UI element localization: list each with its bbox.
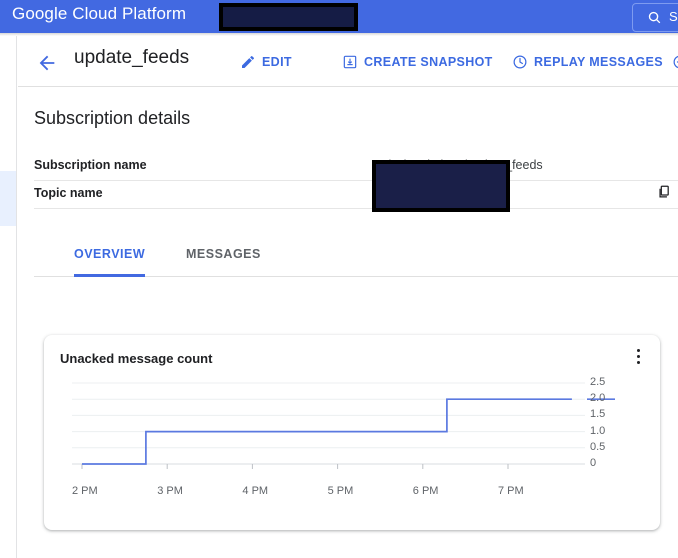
left-nav-rail[interactable] xyxy=(0,36,17,558)
chart-y-tick-label: 0.5 xyxy=(590,440,606,453)
left-nav-active-indicator xyxy=(0,171,16,226)
chart-x-tick-label: 3 PM xyxy=(157,485,183,497)
tab-overview[interactable]: OVERVIEW xyxy=(74,247,146,277)
chart-x-tick-label: 7 PM xyxy=(498,485,524,497)
table-row: Subscription name /subscriptions/update_… xyxy=(34,153,678,181)
edit-button[interactable]: EDIT xyxy=(240,52,292,72)
copy-icon[interactable] xyxy=(656,184,671,199)
replay-messages-button[interactable]: REPLAY MESSAGES xyxy=(512,52,663,72)
redacted-project-selector xyxy=(219,3,358,31)
search-input-placeholder[interactable]: S xyxy=(669,9,678,24)
chart-canvas xyxy=(72,382,615,469)
search-box[interactable]: S xyxy=(632,3,678,32)
detail-key: Subscription name xyxy=(34,158,147,172)
chart-x-tick-label: 6 PM xyxy=(412,485,439,497)
detail-key: Topic name xyxy=(34,186,103,200)
table-row: Topic name /topics/gmc-dt-finish xyxy=(34,181,678,209)
create-snapshot-icon xyxy=(343,55,357,69)
unacked-message-count-card: Unacked message count 2.5 2.0 1.5 1.0 0.5 0 2… xyxy=(44,335,660,530)
purge-messages-button[interactable] xyxy=(672,52,678,72)
create-snapshot-button-label: CREATE SNAPSHOT xyxy=(364,55,493,69)
clock-icon xyxy=(513,55,527,69)
arrow-back-icon[interactable] xyxy=(36,52,58,74)
section-title: Subscription details xyxy=(34,108,191,128)
page-title: update_feeds xyxy=(74,47,190,68)
google-cloud-header-bar: Google Cloud Platform S xyxy=(0,0,678,33)
redacted-project-path xyxy=(372,160,510,212)
replay-messages-button-label: REPLAY MESSAGES xyxy=(534,55,663,69)
gcp-logo[interactable]: Google Cloud Platform xyxy=(12,4,186,24)
tab-messages[interactable]: MESSAGES xyxy=(186,247,261,277)
chart-y-tick-label: 1.5 xyxy=(590,408,606,421)
chart-x-tick-label: 2 PM xyxy=(72,485,98,497)
chart-y-tick-label: 2.5 xyxy=(590,376,606,388)
subscription-details-table: Subscription name /subscriptions/update_… xyxy=(34,153,678,209)
detail-tabs: OVERVIEW MESSAGES xyxy=(34,239,678,277)
search-icon xyxy=(648,11,661,24)
tab-messages-label: MESSAGES xyxy=(186,247,261,261)
chart-y-tick-label: 1.0 xyxy=(590,424,606,437)
content-area: Subscription details Subscription name /… xyxy=(18,87,678,558)
app-root: Google Cloud Platform S update_feeds EDI… xyxy=(0,0,678,558)
page-toolbar: update_feeds EDIT CREATE SNAPSHOT REPLAY… xyxy=(18,36,678,87)
chart-x-tick-label: 4 PM xyxy=(242,485,269,497)
chart-y-tick-label: 2.0 xyxy=(590,392,606,405)
pencil-icon xyxy=(242,56,254,68)
create-snapshot-button[interactable]: CREATE SNAPSHOT xyxy=(342,52,493,72)
unacked-message-count-chart: 2.5 2.0 1.5 1.0 0.5 0 2 PM 3 PM 4 PM 5 PM 6 PM 7 P… xyxy=(44,335,660,530)
chart-y-tick-label: 0 xyxy=(590,457,597,469)
edit-button-label: EDIT xyxy=(262,55,292,69)
tab-overview-label: OVERVIEW xyxy=(74,247,146,261)
purge-messages-icon xyxy=(673,55,678,69)
chart-x-tick-label: 5 PM xyxy=(327,485,354,497)
